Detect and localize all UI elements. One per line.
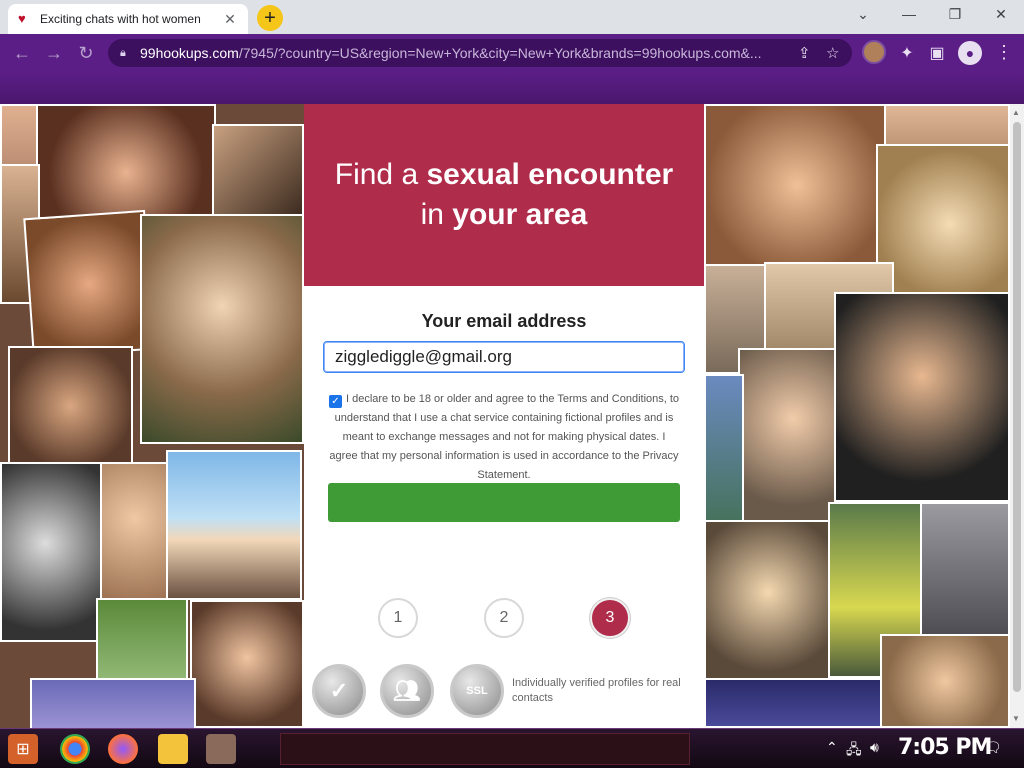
firefox-icon[interactable]	[108, 734, 138, 764]
profile-photo	[738, 348, 848, 524]
new-tab-button[interactable]: +	[257, 5, 283, 31]
verified-profiles-text: Individually verified profiles for real …	[512, 677, 681, 704]
browser-titlebar: ♥ Exciting chats with hot women ✕ + ⌄ — …	[0, 0, 1024, 34]
url-path: /7945/?country=US&region=New+York&city=N…	[238, 45, 762, 61]
email-label: Your email address	[421, 311, 587, 331]
profile-photo	[704, 104, 890, 266]
heart-icon: ♥	[18, 11, 26, 26]
ssl-badge-icon: SSL	[450, 664, 504, 718]
url-host: 99hookups.com	[140, 45, 239, 61]
scroll-up-icon[interactable]: ▲	[1012, 108, 1020, 117]
extensions-puzzle-icon[interactable]: ✦	[896, 43, 918, 63]
step-3-indicator: 3	[590, 598, 630, 638]
tab-search-icon[interactable]: ⌄	[852, 6, 874, 23]
side-panel-icon[interactable]: ▣	[926, 43, 948, 63]
profile-photo	[100, 462, 170, 602]
profile-photo	[8, 346, 133, 466]
image-app-icon[interactable]	[206, 734, 236, 764]
clock[interactable]: 7:05 PM	[898, 735, 992, 760]
page-scrollbar[interactable]: ▲ ▼	[1010, 104, 1024, 728]
share-icon[interactable]: ⇪	[798, 44, 811, 62]
hero-headline-line2: in your area	[420, 198, 588, 231]
step-1-indicator: 1	[378, 598, 418, 638]
profile-photo	[23, 209, 155, 359]
profile-avatar-icon[interactable]: ●	[958, 41, 982, 65]
profile-photo	[834, 292, 1010, 502]
taskbar-window-preview[interactable]	[280, 733, 690, 765]
photo-collage-right	[704, 104, 1010, 728]
taskbar: ⊞ ⌃ 🖧︎ 🔊︎ 7:05 PM 🗨︎	[0, 728, 1024, 768]
email-field[interactable]: ziggle­diggle@gmail.org	[323, 341, 685, 373]
page-header-band	[0, 72, 1024, 104]
browser-toolbar: ← → ↻ 🔒︎ 99hookups.com /7945/?country=US…	[0, 34, 1024, 72]
consent-checkbox[interactable]: ✓	[328, 395, 342, 408]
forward-icon[interactable]: →	[44, 43, 64, 64]
email-value: ziggle­diggle@gmail.org	[335, 347, 512, 366]
file-explorer-icon[interactable]	[158, 734, 188, 764]
chrome-icon[interactable]	[60, 734, 90, 764]
photo-collage-left	[0, 104, 304, 728]
tray-chevron-icon[interactable]: ⌃	[826, 739, 838, 756]
restore-button[interactable]: ❐	[944, 6, 966, 23]
profile-photo	[212, 124, 304, 219]
profile-photo	[876, 144, 1010, 304]
notifications-icon[interactable]: 🗨︎	[984, 739, 1002, 756]
scroll-down-icon[interactable]: ▼	[1012, 714, 1020, 723]
profile-photo	[880, 634, 1010, 728]
profile-photo	[704, 678, 884, 728]
profile-photo	[920, 502, 1010, 642]
profile-photo	[704, 520, 832, 680]
bookmark-star-icon[interactable]: ☆	[826, 44, 839, 62]
network-icon[interactable]: 🖧︎	[846, 739, 862, 763]
menu-dots-icon[interactable]: ⋮	[995, 42, 1013, 63]
profile-photo	[30, 678, 196, 728]
browser-tab[interactable]: ♥ Exciting chats with hot women ✕	[8, 4, 248, 34]
back-icon[interactable]: ←	[12, 43, 32, 64]
step-2-indicator: 2	[484, 598, 524, 638]
consent-block: ✓ I declare to be 18 or older and agree t…	[328, 390, 680, 485]
tab-title: Exciting chats with hot women	[40, 12, 201, 26]
profile-photo	[140, 214, 304, 444]
hero-banner: Find a sexual encounter in your area	[304, 104, 704, 286]
page-content: Find a sexual encounter in your area You…	[0, 104, 1010, 728]
signup-panel: Find a sexual encounter in your area You…	[304, 104, 704, 728]
profile-photo	[190, 600, 304, 728]
close-window-button[interactable]: ✕	[990, 6, 1012, 23]
lock-icon[interactable]: 🔒︎	[120, 47, 130, 59]
profile-photo	[166, 450, 302, 600]
reload-icon[interactable]: ↻	[76, 43, 96, 64]
start-button-icon[interactable]: ⊞	[8, 734, 38, 764]
submit-button[interactable]	[328, 483, 680, 522]
minimize-button[interactable]: —	[898, 6, 920, 22]
extension-avatar-icon[interactable]	[862, 40, 886, 64]
volume-icon[interactable]: 🔊︎	[870, 739, 879, 756]
address-bar[interactable]: 🔒︎ 99hookups.com /7945/?country=US&regio…	[108, 39, 852, 67]
close-tab-icon[interactable]: ✕	[222, 11, 238, 28]
hero-headline-line1: Find a sexual encounter	[334, 158, 674, 191]
consent-text: I declare to be 18 or older and agree to…	[329, 393, 680, 481]
verified-check-badge-icon: ✓	[312, 664, 366, 718]
profile-photo	[36, 104, 216, 219]
people-badge-icon: 👥︎	[380, 664, 434, 718]
scroll-thumb[interactable]	[1013, 122, 1021, 692]
